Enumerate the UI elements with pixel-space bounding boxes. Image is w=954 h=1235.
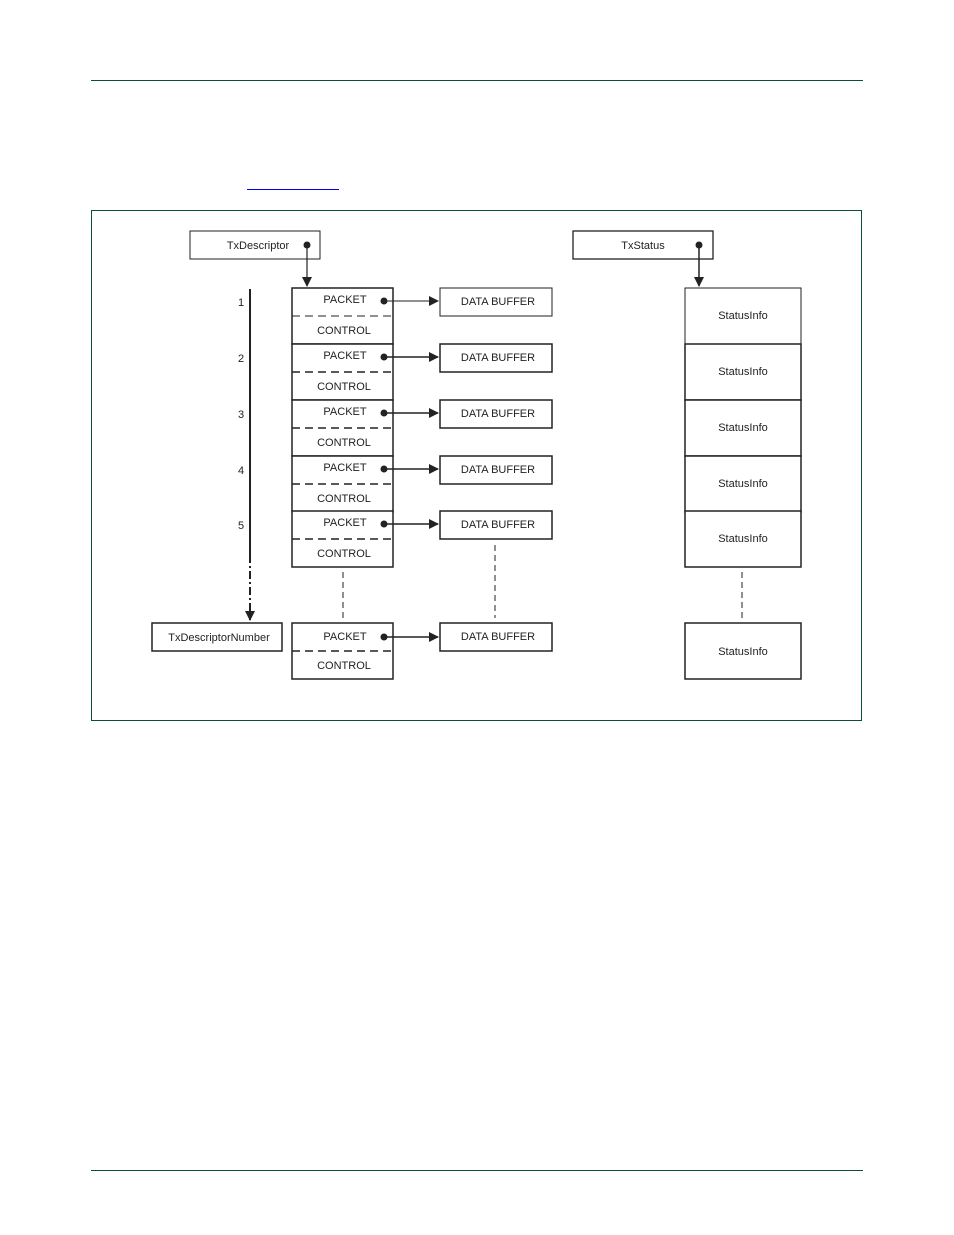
control-label: CONTROL — [317, 660, 371, 672]
status-info-label: StatusInfo — [718, 422, 768, 434]
control-label: CONTROL — [317, 381, 371, 393]
packet-label: PACKET — [323, 350, 366, 362]
data-buffer-label: DATA BUFFER — [461, 408, 535, 420]
packet-label: PACKET — [323, 517, 366, 529]
control-label: CONTROL — [317, 325, 371, 337]
control-label: CONTROL — [317, 493, 371, 505]
descriptor-index-label: 3 — [238, 409, 244, 421]
status-info-label: StatusInfo — [718, 366, 768, 378]
control-label: CONTROL — [317, 437, 371, 449]
descriptor-index-label: 1 — [238, 297, 244, 309]
packet-label: PACKET — [323, 631, 366, 643]
data-buffer-label: DATA BUFFER — [461, 519, 535, 531]
control-label: CONTROL — [317, 548, 371, 560]
descriptor-index-label: 5 — [238, 520, 244, 532]
footer-rule — [91, 1170, 863, 1171]
descriptor-row: 5 PACKET CONTROL DATA BUFFER StatusInfo — [238, 510, 802, 568]
status-info-label: StatusInfo — [718, 478, 768, 490]
status-info-label: StatusInfo — [718, 646, 768, 658]
tx-status-label: TxStatus — [621, 240, 665, 252]
data-buffer-label: DATA BUFFER — [461, 464, 535, 476]
tx-descriptor-number-label: TxDescriptorNumber — [168, 632, 270, 644]
packet-label: PACKET — [323, 462, 366, 474]
descriptor-row: 1 PACKET CONTROL DATA BUFFER StatusInfo — [238, 287, 802, 345]
tx-descriptor-diagram: TxDescriptor TxStatus 1 PACKET CONTROL DATA… — [151, 230, 802, 680]
packet-label: PACKET — [323, 406, 366, 418]
packet-label: PACKET — [323, 294, 366, 306]
tx-descriptor-label: TxDescriptor — [227, 240, 290, 252]
data-buffer-label: DATA BUFFER — [461, 352, 535, 364]
data-buffer-label: DATA BUFFER — [461, 631, 535, 643]
last-descriptor: PACKET CONTROL DATA BUFFER StatusInfo — [291, 622, 802, 680]
status-info-label: StatusInfo — [718, 310, 768, 322]
descriptor-row: 3 PACKET CONTROL DATA BUFFER StatusInfo — [238, 399, 802, 457]
tx-descriptor-number-box: TxDescriptorNumber — [151, 622, 283, 652]
descriptor-index-label: 4 — [238, 465, 244, 477]
descriptor-index-label: 2 — [238, 353, 244, 365]
tx-status-box: TxStatus — [572, 230, 714, 287]
data-buffer-label: DATA BUFFER — [461, 296, 535, 308]
descriptor-row: 4 PACKET CONTROL DATA BUFFER StatusInfo — [238, 455, 802, 513]
descriptor-row: 2 PACKET CONTROL DATA BUFFER StatusInfo — [238, 343, 802, 401]
status-info-label: StatusInfo — [718, 533, 768, 545]
tx-descriptor-box: TxDescriptor — [189, 230, 321, 287]
